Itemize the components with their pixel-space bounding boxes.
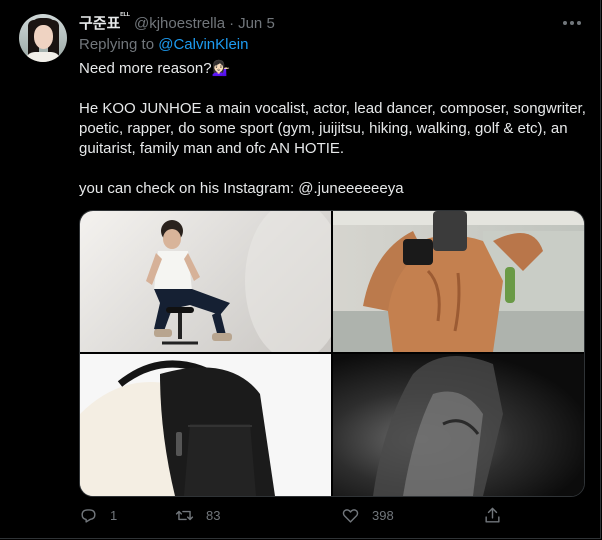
display-name[interactable]: 구준표ᴱᴸᴸ [79,11,130,33]
more-dot [563,21,567,25]
avatar-face [34,25,53,49]
media-photo-1[interactable] [80,211,331,352]
heart-icon [342,509,359,523]
photo-dark-portrait [373,356,503,496]
share-button[interactable] [483,506,502,525]
media-photo-2[interactable] [333,211,584,352]
header-separator: · [229,15,235,32]
photo-mirror-selfie [333,211,584,352]
like-count: 398 [372,508,394,523]
media-photo-3[interactable] [80,354,331,496]
more-dot [577,21,581,25]
media-photo-4[interactable] [333,354,584,496]
tweet-line-2: He KOO JUNHOE a main vocalist, actor, le… [79,100,586,157]
tweet-date[interactable]: Jun 5 [238,15,275,32]
more-options-button[interactable] [558,9,586,37]
avatar-shirt [25,52,61,62]
tweet-card[interactable]: 구준표ᴱᴸᴸ @kjhoestrella · Jun 5 Replying to… [0,0,601,539]
avatar[interactable] [19,14,67,62]
more-dot [570,21,574,25]
tweet-line-3: you can check on his Instagram: @.juneee… [79,180,404,197]
retweet-button[interactable]: 83 [175,506,220,525]
replying-to-link[interactable]: @CalvinKlein [158,36,248,53]
tweet-text: Need more reason?💁🏻‍♀️ He KOO JUNHOE a m… [79,59,594,199]
retweet-icon [175,510,194,521]
reply-button[interactable]: 1 [79,506,117,525]
display-name-text: 구준표 [79,15,121,32]
tweet-actions: 1 83 398 [79,506,502,530]
replying-to: Replying to @CalvinKlein [79,36,248,53]
photo-seated-man [146,211,331,352]
reply-icon [81,509,96,523]
reply-count: 1 [110,508,118,523]
like-button[interactable]: 398 [341,506,394,525]
retweet-count: 83 [206,508,221,523]
media-grid [79,210,585,497]
replying-prefix: Replying to [79,36,155,53]
photo-backpack [80,360,275,496]
user-handle[interactable]: @kjhoestrella [134,15,225,32]
tweet-line-1: Need more reason?💁🏻‍♀️ [79,60,231,77]
display-name-suffix: ᴱᴸᴸ [120,11,130,20]
share-icon [485,507,500,523]
tweet-header: 구준표ᴱᴸᴸ @kjhoestrella · Jun 5 [79,11,275,33]
